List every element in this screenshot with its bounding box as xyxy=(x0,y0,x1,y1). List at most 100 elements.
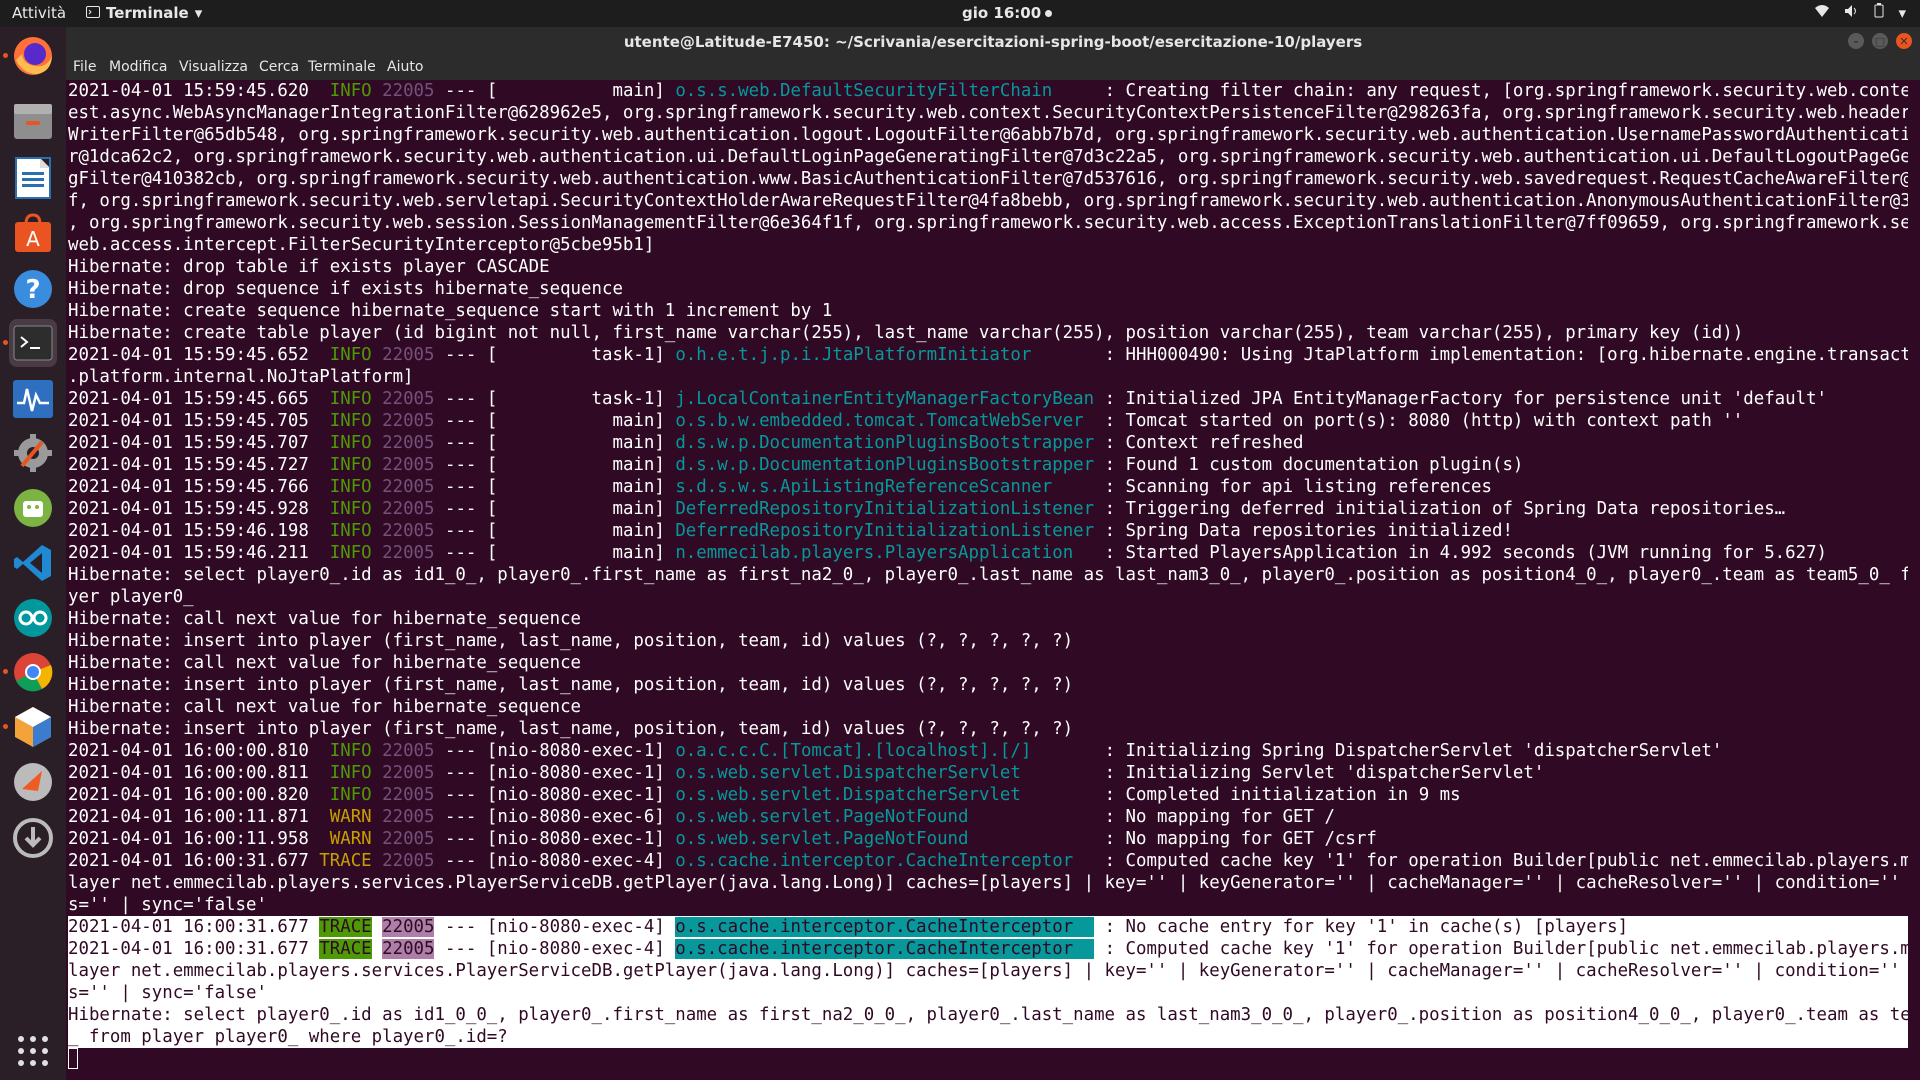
log-pid: 22005 xyxy=(382,785,435,805)
running-indicator-icon xyxy=(3,724,8,729)
dock-arduino[interactable] xyxy=(9,594,57,642)
log-text: : No mapping for GET /csrf xyxy=(1094,829,1377,849)
log-text: 2021-04-01 16:00:31.677 xyxy=(68,917,320,937)
log-pid: 22005 xyxy=(382,455,435,475)
log-pid: 22005 xyxy=(382,521,435,541)
files-icon xyxy=(14,104,52,139)
log-text: --- [ main] xyxy=(434,499,676,519)
minimize-icon: – xyxy=(1853,34,1859,48)
dock-3d-app[interactable] xyxy=(3,703,57,751)
dock-firefox[interactable] xyxy=(3,32,57,80)
log-warn: WARN xyxy=(329,807,372,827)
log-text: layer net.emmecilab.players.services.Pla… xyxy=(68,873,1908,893)
terminal-line: .platform.internal.NoJtaPlatform] xyxy=(68,366,1908,388)
terminal-line: , org.springframework.security.web.sessi… xyxy=(68,212,1908,234)
terminal-line: Hibernate: select player0_.id as id1_0_0… xyxy=(68,1004,1908,1026)
log-text: Hibernate: select player0_.id as id1_0_0… xyxy=(68,1005,1908,1025)
log-text: --- [nio-8080-exec-1] xyxy=(434,785,676,805)
close-button[interactable]: ✕ xyxy=(1896,33,1912,49)
minimize-button[interactable]: – xyxy=(1848,33,1864,49)
log-text: 2021-04-01 16:00:00.820 xyxy=(68,785,330,805)
software-updater-icon xyxy=(13,818,53,858)
app-menu[interactable]: Terminale ▾ xyxy=(86,4,202,22)
log-text: Hibernate: create sequence hibernate_seq… xyxy=(68,301,833,321)
dock-postman[interactable] xyxy=(9,758,57,806)
dock-help[interactable]: ? xyxy=(9,265,57,313)
log-text: : No cache entry for key '1' in cache(s)… xyxy=(1094,917,1629,937)
terminal-line: Hibernate: create table player (id bigin… xyxy=(68,322,1908,344)
chevron-down-icon: ▾ xyxy=(194,4,203,22)
terminal-line: _ from player player0_ where player0_.id… xyxy=(68,1026,1908,1048)
dock-android-studio[interactable] xyxy=(9,484,57,532)
maximize-button[interactable]: □ xyxy=(1872,33,1888,49)
menu-modifica[interactable]: Modifica xyxy=(109,59,168,75)
log-text: 2021-04-01 15:59:45.928 xyxy=(68,499,330,519)
terminal-cursor xyxy=(68,1048,78,1069)
log-cat: s.d.s.w.s.ApiListingReferenceScanner xyxy=(675,477,1095,497)
3d-cube-app-icon xyxy=(15,707,51,747)
log-text: --- [nio-8080-exec-1] xyxy=(434,741,676,761)
menu-terminale[interactable]: Terminale xyxy=(308,59,376,75)
log-text: 2021-04-01 16:00:00.810 xyxy=(68,741,330,761)
menu-file[interactable]: File xyxy=(73,59,96,75)
log-inf: INFO xyxy=(329,455,372,475)
dock-show-apps[interactable] xyxy=(9,1027,57,1075)
log-text: --- [nio-8080-exec-4] xyxy=(434,851,676,871)
log-cat: o.s.cache.interceptor.CacheInterceptor xyxy=(675,939,1095,959)
running-indicator-icon xyxy=(3,53,8,58)
dock-writer[interactable] xyxy=(9,154,57,202)
dock-terminal[interactable] xyxy=(3,319,57,367)
top-panel: Attività Terminale ▾ gio 16:00 ▾ xyxy=(0,0,1920,27)
log-text: Hibernate: select player0_.id as id1_0_,… xyxy=(68,565,1908,585)
log-inf: INFO xyxy=(329,345,372,365)
log-warn: TRACE xyxy=(319,851,372,871)
log-pid: 22005 xyxy=(382,543,435,563)
menu-aiuto[interactable]: Aiuto xyxy=(387,59,423,75)
window-title: utente@Latitude-E7450: ~/Scrivania/eserc… xyxy=(623,33,1363,51)
window-titlebar[interactable]: utente@Latitude-E7450: ~/Scrivania/eserc… xyxy=(66,27,1920,56)
terminal-line: Hibernate: insert into player (first_nam… xyxy=(68,630,1908,652)
dock-chrome[interactable] xyxy=(3,648,57,696)
log-text: gFilter@410382cb, org.springframework.se… xyxy=(68,169,1908,189)
log-cat: DeferredRepositoryInitializationListener xyxy=(675,521,1095,541)
log-text: 2021-04-01 15:59:45.652 xyxy=(68,345,330,365)
dock-settings[interactable] xyxy=(9,429,57,477)
log-pid: 22005 xyxy=(382,763,435,783)
dock-software[interactable]: A xyxy=(9,209,57,257)
dock-vscode[interactable] xyxy=(9,539,57,587)
terminal-small-icon xyxy=(86,4,100,22)
terminal-line: Hibernate: drop table if exists player C… xyxy=(68,256,1908,278)
notification-dot-icon xyxy=(1045,10,1053,17)
log-cat: o.s.web.servlet.PageNotFound xyxy=(675,829,1095,849)
log-cat: o.a.c.c.C.[Tomcat].[localhost].[/] xyxy=(675,741,1095,761)
log-text: 2021-04-01 15:59:45.620 xyxy=(68,81,330,101)
log-text: --- [ task-1] xyxy=(434,389,676,409)
menu-cerca[interactable]: Cerca xyxy=(259,59,299,75)
system-tray[interactable]: ▾ xyxy=(1814,3,1906,22)
menu-visualizza[interactable]: Visualizza xyxy=(179,59,248,75)
log-cat: o.h.e.t.j.p.i.JtaPlatformInitiator xyxy=(675,345,1095,365)
terminal-line: Hibernate: call next value for hibernate… xyxy=(68,652,1908,674)
dock-updater[interactable] xyxy=(9,814,57,862)
dock-system-monitor[interactable] xyxy=(9,375,57,423)
show-apps-icon xyxy=(18,1036,48,1066)
log-text: 2021-04-01 16:00:11.871 xyxy=(68,807,330,827)
log-text: Hibernate: drop table if exists player C… xyxy=(68,257,550,277)
dock-files[interactable] xyxy=(9,97,57,145)
activities-button[interactable]: Attività xyxy=(12,4,66,22)
log-pid: 22005 xyxy=(382,411,435,431)
log-warn: TRACE xyxy=(319,939,372,959)
clock[interactable]: gio 16:00 xyxy=(962,4,1053,22)
log-text: Hibernate: call next value for hibernate… xyxy=(68,697,582,717)
terminal-line: 2021-04-01 15:59:45.705 INFO 22005 --- [… xyxy=(68,410,1908,432)
terminal-output[interactable]: 2021-04-01 15:59:45.620 INFO 22005 --- [… xyxy=(66,80,1920,1080)
terminal-lines: 2021-04-01 15:59:45.620 INFO 22005 --- [… xyxy=(68,80,1908,1048)
help-icon: ? xyxy=(14,270,52,308)
log-text: --- [ main] xyxy=(434,543,676,563)
window-controls: – □ ✕ xyxy=(1848,33,1912,49)
